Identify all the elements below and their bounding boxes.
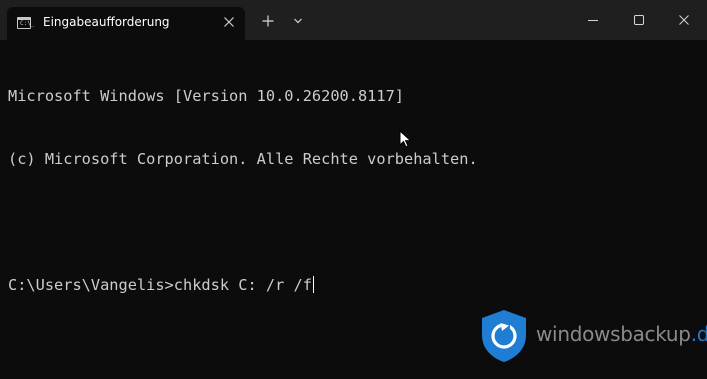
terminal-command-line: C:\Users\Vangelis>chkdsk C: /r /f [8,275,698,296]
title-bar: C:\_ Eingabeaufforderung [0,0,707,40]
command-prompt-icon: C:\_ [17,17,35,29]
terminal-line: Microsoft Windows [Version 10.0.26200.81… [8,87,405,105]
tab-eingabeaufforderung[interactable]: C:\_ Eingabeaufforderung [7,7,245,40]
terminal-line: (c) Microsoft Corporation. Alle Rechte v… [8,150,478,168]
watermark: windowsbackup.de [480,309,707,364]
watermark-text: windowsbackup.de [536,322,707,346]
shield-logo-icon [480,309,528,363]
chevron-down-icon[interactable] [292,15,304,27]
watermark-tld: .de [690,322,707,346]
terminal-output[interactable]: Microsoft Windows [Version 10.0.26200.81… [8,44,698,338]
minimize-icon[interactable] [585,12,601,28]
command-input[interactable]: C:\Users\Vangelis>chkdsk C: /r /f [8,276,312,294]
terminal-window: C:\_ Eingabeaufforderung Microsoft Windo… [0,0,707,379]
tab-close-icon[interactable] [221,14,237,30]
text-cursor [312,276,315,293]
command-prompt-icon-text: C:\_ [20,20,35,27]
maximize-icon[interactable] [631,12,647,28]
plus-icon[interactable] [260,13,276,29]
watermark-name: windowsbackup [536,322,691,346]
tab-title: Eingabeaufforderung [43,15,170,29]
close-icon[interactable] [676,12,692,28]
mouse-pointer-icon [399,129,413,150]
